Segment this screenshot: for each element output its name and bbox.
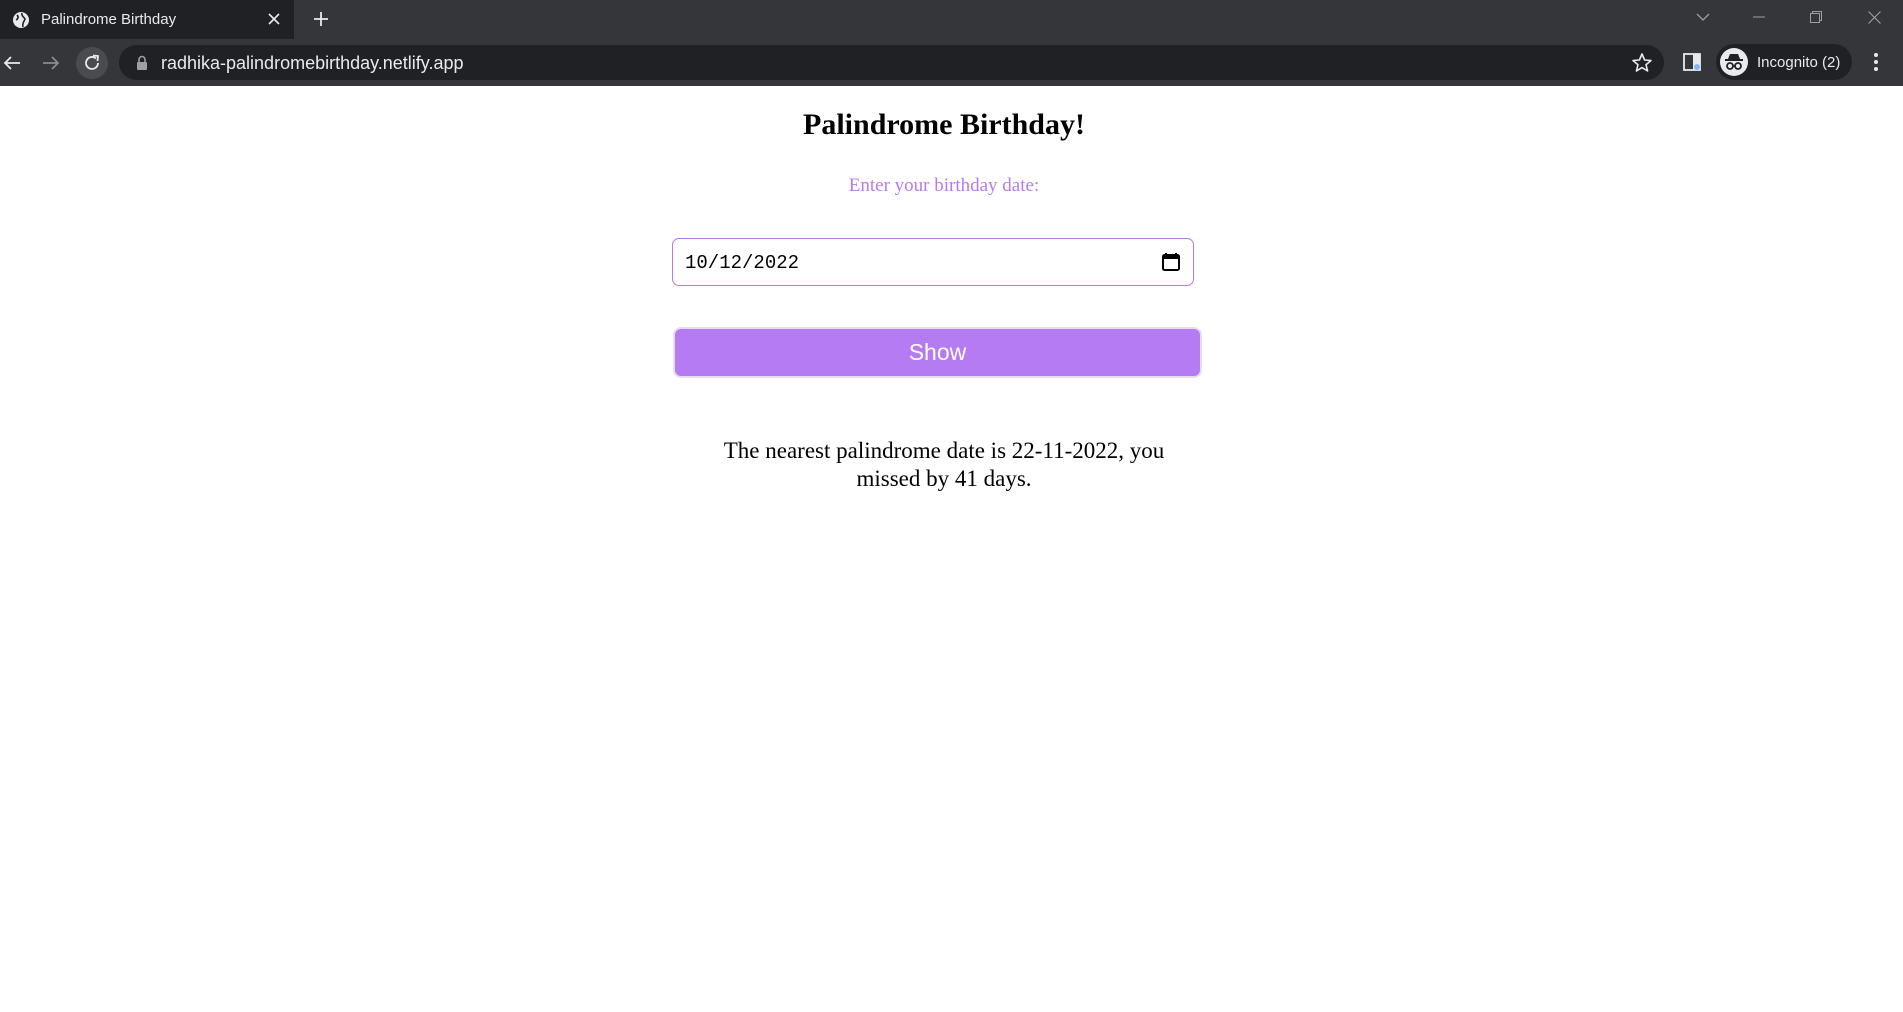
result-message: The nearest palindrome date is 22-11-202… [723, 438, 1165, 491]
new-tab-icon[interactable] [309, 7, 333, 31]
tab-title: Palindrome Birthday [41, 11, 177, 28]
browser-tab-strip: Palindrome Birthday [0, 0, 1903, 39]
date-value[interactable]: 10/12/2022 [685, 252, 799, 274]
tab-search-icon[interactable] [1686, 4, 1720, 30]
url-text[interactable]: radhika-palindromebirthday.netlify.app [161, 53, 464, 74]
close-window-icon[interactable] [1857, 4, 1891, 30]
more-menu-icon[interactable] [1864, 50, 1888, 74]
page-content: Palindrome Birthday! Enter your birthday… [0, 86, 1903, 1012]
lock-icon[interactable] [135, 55, 149, 71]
globe-icon [12, 11, 30, 29]
address-bar[interactable]: radhika-palindromebirthday.netlify.app [119, 45, 1664, 80]
birthday-date-input[interactable]: 10/12/2022 [672, 238, 1194, 286]
close-tab-icon[interactable] [264, 9, 284, 29]
reload-icon[interactable] [76, 47, 108, 79]
incognito-label: Incognito (2) [1757, 53, 1841, 71]
page-title: Palindrome Birthday! [803, 108, 1085, 141]
incognito-icon [1720, 48, 1748, 76]
incognito-profile-button[interactable]: Incognito (2) [1716, 44, 1852, 80]
calendar-icon[interactable] [1161, 252, 1181, 272]
browser-toolbar: radhika-palindromebirthday.netlify.app I… [0, 39, 1903, 86]
forward-icon[interactable] [35, 47, 67, 79]
bookmark-star-icon[interactable] [1630, 51, 1654, 75]
browser-tab-active[interactable]: Palindrome Birthday [0, 0, 294, 39]
birthday-prompt-label: Enter your birthday date: [848, 175, 1040, 196]
minimize-icon[interactable] [1742, 4, 1776, 30]
side-panel-icon[interactable] [1680, 50, 1704, 74]
restore-icon[interactable] [1799, 4, 1833, 30]
back-icon[interactable] [0, 47, 28, 79]
show-button[interactable]: Show [673, 327, 1202, 378]
